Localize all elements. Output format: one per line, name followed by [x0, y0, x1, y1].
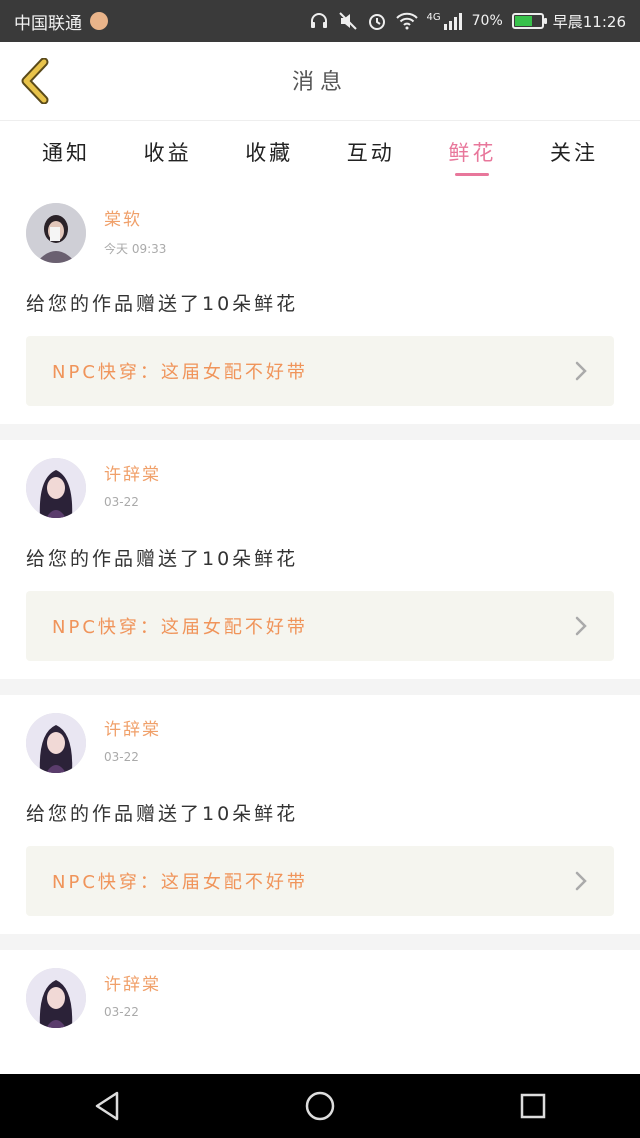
avatar[interactable] [26, 203, 86, 263]
message-time: 03-22 [104, 495, 139, 509]
chevron-right-icon [574, 870, 588, 892]
clock: 早晨11:26 [552, 12, 626, 31]
home-circle-icon [305, 1091, 335, 1121]
tab-earnings[interactable]: 收益 [122, 121, 214, 185]
tab-interactions[interactable]: 互动 [325, 121, 417, 185]
tab-follows[interactable]: 关注 [528, 121, 620, 185]
battery-icon [511, 13, 547, 29]
header: 消息 [0, 42, 640, 121]
avatar[interactable] [26, 713, 86, 773]
system-nav-bar [0, 1074, 640, 1138]
battery-percent: 70% [471, 13, 503, 29]
list-item: 许辞棠 03-22 给您的作品赠送了10朵鲜花 NPC快穿：这届女配不好带 [0, 695, 640, 934]
message-text: 给您的作品赠送了10朵鲜花 [26, 293, 299, 315]
message-time: 03-22 [104, 1005, 139, 1019]
divider [0, 679, 640, 695]
carrier-label: 中国联通 [14, 13, 82, 34]
tab-flowers[interactable]: 鲜花 [426, 121, 518, 185]
signal-icon: 4G [427, 12, 463, 30]
tab-bar: 通知 收益 收藏 互动 鲜花 关注 [0, 121, 640, 185]
divider [0, 424, 640, 440]
user-name[interactable]: 许辞棠 [104, 970, 161, 995]
alarm-icon [367, 11, 387, 31]
avatar[interactable] [26, 968, 86, 1028]
mute-icon [338, 11, 358, 31]
list-item: 许辞棠 03-22 [0, 950, 640, 1046]
tab-notifications[interactable]: 通知 [20, 121, 112, 185]
message-time: 03-22 [104, 750, 139, 764]
nav-home-button[interactable] [280, 1074, 360, 1138]
work-title: NPC快穿：这届女配不好带 [52, 362, 308, 383]
message-list: 棠软 今天 09:33 给您的作品赠送了10朵鲜花 NPC快穿：这届女配不好带 … [0, 185, 640, 1046]
user-name[interactable]: 许辞棠 [104, 715, 161, 740]
network-type: 4G [426, 12, 441, 23]
chevron-right-icon [574, 615, 588, 637]
back-triangle-icon [95, 1091, 118, 1121]
nav-back-button[interactable] [67, 1074, 147, 1138]
wifi-icon [395, 12, 418, 30]
divider [0, 934, 640, 950]
tab-favorites[interactable]: 收藏 [223, 121, 315, 185]
list-item: 棠软 今天 09:33 给您的作品赠送了10朵鲜花 NPC快穿：这届女配不好带 [0, 185, 640, 424]
headphones-icon [309, 11, 329, 31]
message-time: 今天 09:33 [104, 242, 167, 256]
work-link[interactable]: NPC快穿：这届女配不好带 [26, 336, 614, 406]
recents-square-icon [521, 1093, 546, 1119]
message-text: 给您的作品赠送了10朵鲜花 [26, 803, 299, 825]
work-title: NPC快穿：这届女配不好带 [52, 872, 308, 893]
work-title: NPC快穿：这届女配不好带 [52, 617, 308, 638]
list-item: 许辞棠 03-22 给您的作品赠送了10朵鲜花 NPC快穿：这届女配不好带 [0, 440, 640, 679]
work-link[interactable]: NPC快穿：这届女配不好带 [26, 591, 614, 661]
user-name[interactable]: 许辞棠 [104, 460, 161, 485]
status-bar: 中国联通 4G 70% 早晨11:26 [0, 0, 640, 42]
avatar[interactable] [26, 458, 86, 518]
message-text: 给您的作品赠送了10朵鲜花 [26, 548, 299, 570]
notification-emoji-icon [90, 12, 108, 30]
nav-recents-button[interactable] [493, 1074, 573, 1138]
carrier: 中国联通 [14, 9, 108, 34]
page-title: 消息 [291, 70, 348, 95]
chevron-right-icon [574, 360, 588, 382]
work-link[interactable]: NPC快穿：这届女配不好带 [26, 846, 614, 916]
user-name[interactable]: 棠软 [104, 205, 166, 230]
